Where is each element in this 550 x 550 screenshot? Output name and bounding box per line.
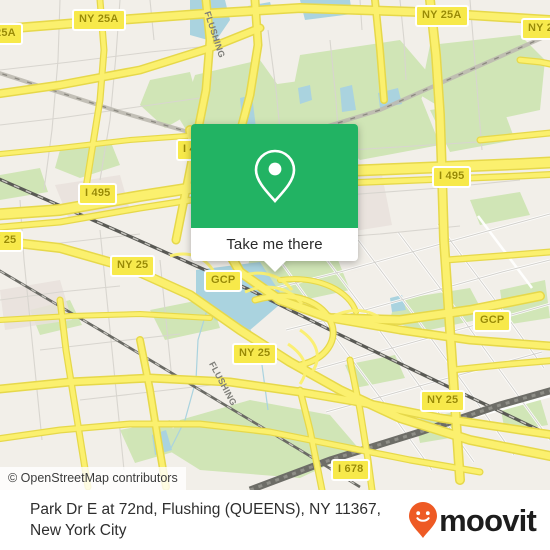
take-me-there-label: Take me there bbox=[226, 236, 323, 253]
footer-bar: Park Dr E at 72nd, Flushing (QUEENS), NY… bbox=[0, 490, 550, 550]
road-shield[interactable]: I 678 bbox=[331, 459, 371, 481]
map-pin-icon bbox=[254, 149, 295, 203]
road-shield[interactable]: NY 25A bbox=[72, 9, 126, 31]
road-shield[interactable]: NY 25 bbox=[420, 390, 466, 412]
callout-action-area[interactable]: Take me there bbox=[191, 228, 358, 272]
road-shield[interactable]: NY 25 bbox=[232, 343, 278, 365]
moovit-wordmark: moovit bbox=[439, 502, 537, 538]
osm-attribution[interactable]: © OpenStreetMap contributors bbox=[0, 466, 186, 490]
callout-pointer bbox=[263, 261, 286, 272]
map-screenshot: 25A NY 25A NY 25A NY 2 I 4 I 495 I 495 N… bbox=[0, 0, 550, 550]
moovit-logo[interactable]: moovit bbox=[408, 501, 537, 539]
road-shield[interactable]: NY 25 bbox=[0, 230, 24, 252]
road-shield[interactable]: NY 25A bbox=[415, 5, 469, 27]
map-canvas[interactable]: 25A NY 25A NY 25A NY 2 I 4 I 495 I 495 N… bbox=[0, 0, 550, 490]
road-shield[interactable]: GCP bbox=[473, 310, 512, 332]
moovit-pin-smiley-icon bbox=[409, 502, 438, 538]
road-shield[interactable]: NY 25 bbox=[110, 255, 156, 277]
road-shield[interactable]: NY 2 bbox=[521, 18, 550, 40]
location-callout-card[interactable]: Take me there bbox=[191, 124, 358, 272]
location-title: Park Dr E at 72nd, Flushing (QUEENS), NY… bbox=[30, 501, 381, 539]
road-shield[interactable]: I 495 bbox=[432, 166, 472, 188]
road-shield[interactable]: GCP bbox=[204, 270, 243, 292]
road-shield[interactable]: 25A bbox=[0, 23, 23, 45]
road-shield[interactable]: I 495 bbox=[78, 183, 118, 205]
callout-pin-area bbox=[191, 124, 358, 228]
